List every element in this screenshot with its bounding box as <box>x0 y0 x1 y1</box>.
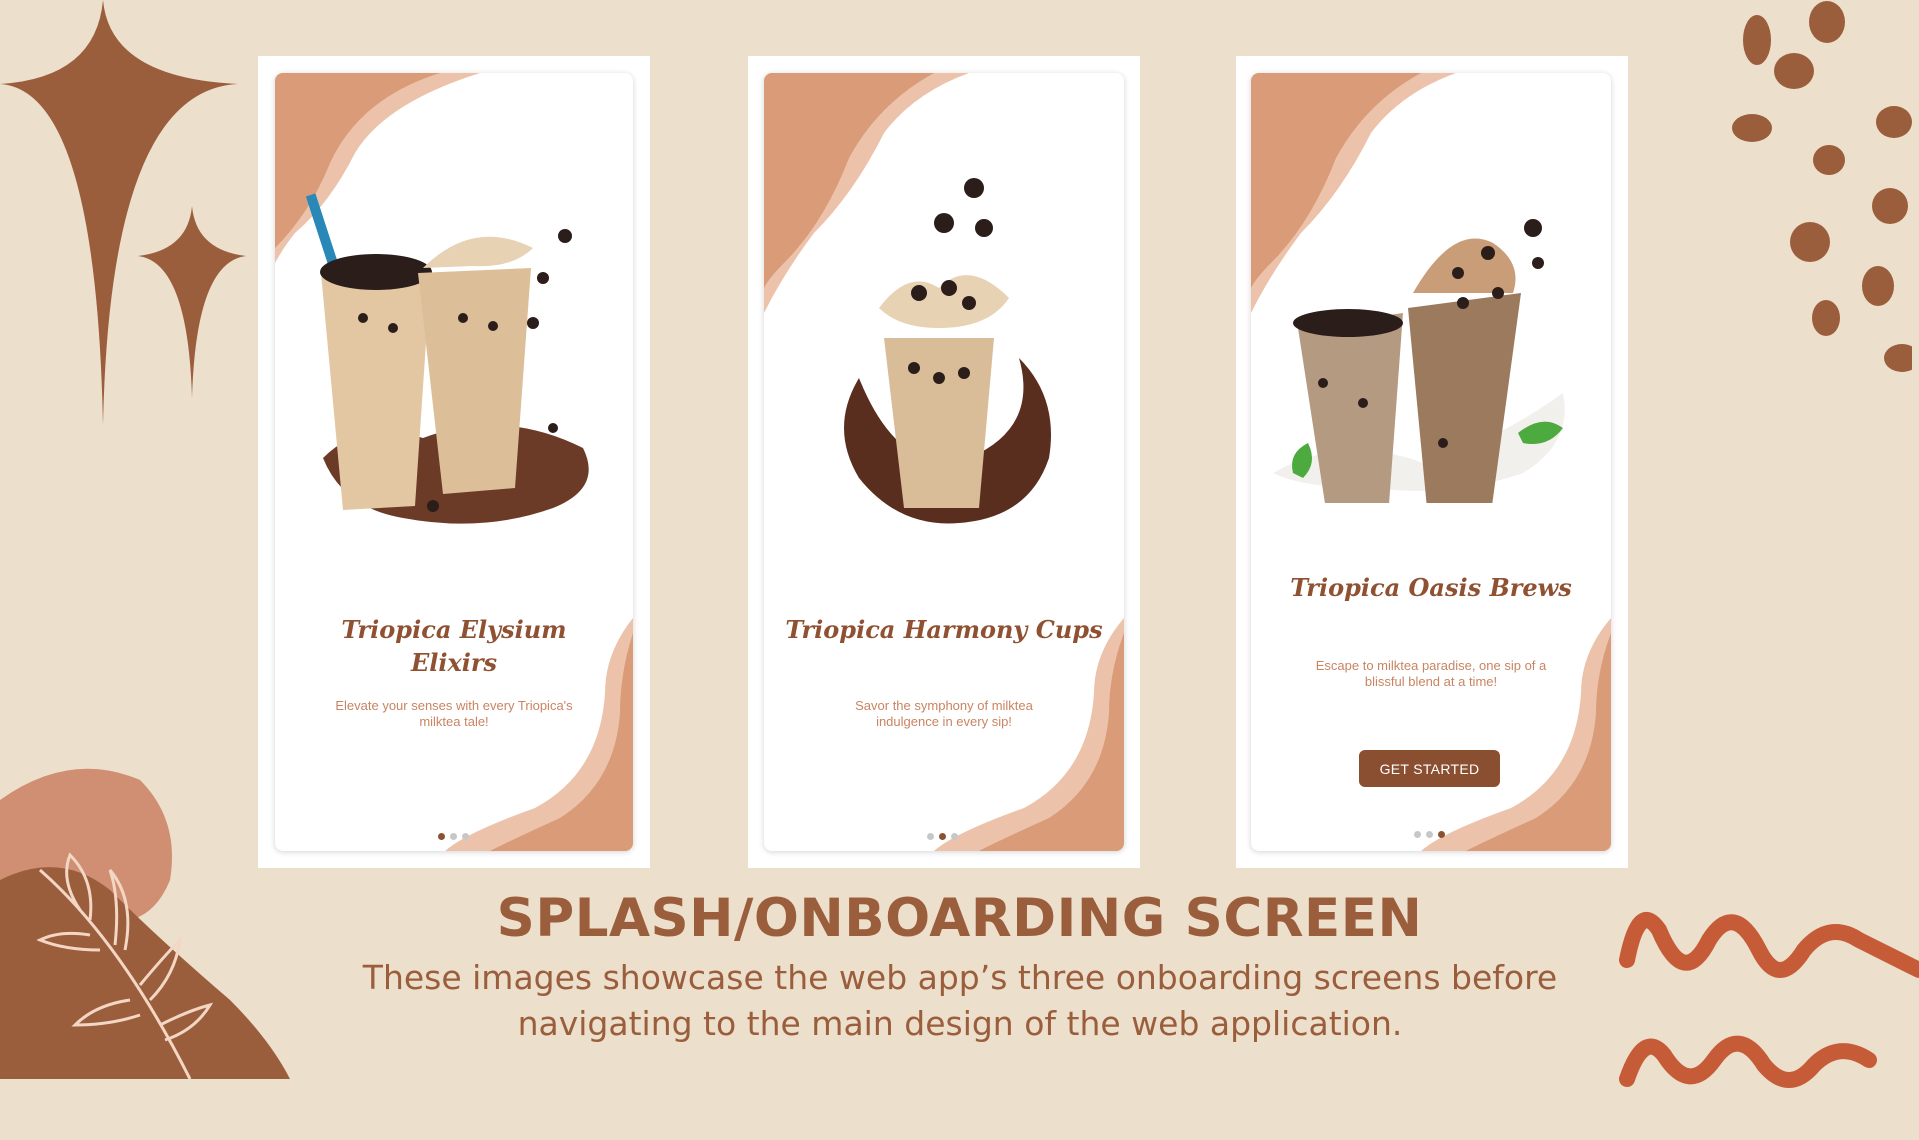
page-dot-3[interactable] <box>1438 831 1445 838</box>
page-dot-1[interactable] <box>1414 831 1421 838</box>
get-started-button[interactable]: GET STARTED <box>1359 750 1500 787</box>
milk-tea-illustration <box>1273 219 1565 503</box>
screen-title: Triopica Elysium Elixirs <box>341 615 567 677</box>
onboarding-frame-2: Triopica Harmony Cups Savor the symphony… <box>748 56 1140 868</box>
milk-tea-illustration <box>305 193 589 524</box>
page-dot-2[interactable] <box>939 833 946 840</box>
sparkle-star-icon <box>0 0 246 425</box>
onboarding-frame-3: Triopica Oasis Brews Escape to milktea p… <box>1236 56 1628 868</box>
page-dot-1[interactable] <box>927 833 934 840</box>
onboarding-frame-1: Triopica Elysium Elixirs Elevate your se… <box>258 56 650 868</box>
page-dot-3[interactable] <box>951 833 958 840</box>
page-dot-3[interactable] <box>462 833 469 840</box>
page-indicator[interactable] <box>438 833 469 840</box>
page-dot-1[interactable] <box>438 833 445 840</box>
onboarding-screen-1: Triopica Elysium Elixirs Elevate your se… <box>275 73 633 851</box>
screen-subtitle: Savor the symphony of milktea indulgence… <box>855 698 1033 729</box>
onboarding-screen-2: Triopica Harmony Cups Savor the symphony… <box>764 73 1124 851</box>
screen-subtitle: Elevate your senses with every Triopica'… <box>335 698 573 729</box>
screen-title: Triopica Harmony Cups <box>785 615 1103 644</box>
page-dot-2[interactable] <box>1426 831 1433 838</box>
page-dot-2[interactable] <box>450 833 457 840</box>
page-indicator[interactable] <box>1414 831 1445 838</box>
screen-subtitle: Escape to milktea paradise, one sip of a… <box>1315 658 1547 689</box>
screen-title: Triopica Oasis Brews <box>1290 573 1572 602</box>
onboarding-screen-3: Triopica Oasis Brews Escape to milktea p… <box>1251 73 1611 851</box>
page-title: SPLASH/ONBOARDING SCREEN <box>496 888 1423 949</box>
milk-tea-illustration <box>844 178 1051 524</box>
page-description: These images showcase the web app’s thre… <box>362 958 1558 1043</box>
dot-pattern-icon <box>1732 1 1912 372</box>
page-indicator[interactable] <box>927 833 958 840</box>
